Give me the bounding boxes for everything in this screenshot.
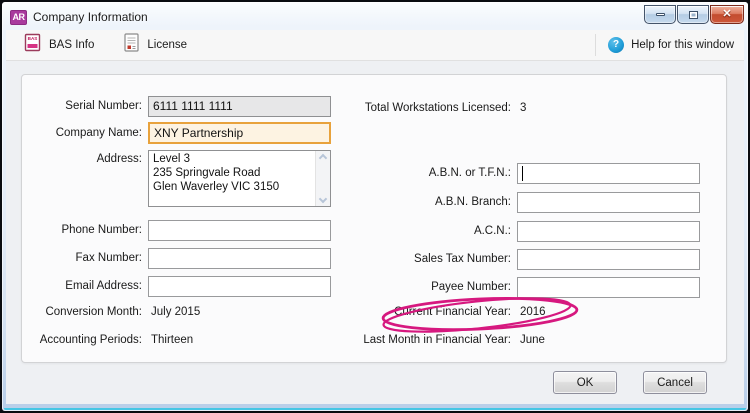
help-icon: ? — [608, 37, 624, 53]
accounting-periods-value: Thirteen — [148, 334, 193, 346]
sales-tax-label: Sales Tax Number: — [259, 253, 511, 265]
acn-row: A.C.N.: — [259, 219, 700, 243]
conversion-month-label: Conversion Month: — [22, 306, 142, 318]
abn-label: A.B.N. or T.F.N.: — [259, 167, 511, 179]
conversion-month-row: Conversion Month: July 2015 — [22, 302, 200, 322]
company-name-field[interactable] — [148, 122, 331, 144]
svg-text:BAS: BAS — [28, 36, 38, 41]
financial-year-row: Current Financial Year: 2016 — [259, 302, 546, 322]
window-controls: ✕ — [644, 5, 744, 24]
acn-label: A.C.N.: — [259, 225, 511, 237]
license-icon — [124, 33, 139, 57]
conversion-month-value: July 2015 — [148, 306, 200, 318]
workstations-row: Total Workstations Licensed: 3 — [259, 96, 526, 120]
text-cursor — [522, 166, 523, 181]
payee-row: Payee Number: — [259, 275, 700, 299]
address-label: Address: — [22, 150, 142, 165]
help-label: Help for this window — [631, 39, 734, 51]
abn-field[interactable] — [517, 163, 700, 184]
accounting-periods-label: Accounting Periods: — [22, 334, 142, 346]
company-name-label: Company Name: — [22, 127, 142, 139]
maximize-icon — [689, 11, 698, 19]
ok-button[interactable]: OK — [553, 371, 617, 394]
app-logo-icon: AR — [10, 10, 27, 25]
dialog-body: BAS BAS Info — [6, 30, 744, 404]
abn-branch-row: A.B.N. Branch: — [259, 190, 700, 214]
bas-info-label: BAS Info — [49, 39, 94, 51]
phone-label: Phone Number: — [22, 224, 142, 236]
sales-tax-row: Sales Tax Number: — [259, 247, 700, 271]
fax-label: Fax Number: — [22, 252, 142, 264]
last-month-row: Last Month in Financial Year: June — [259, 330, 545, 350]
last-month-label: Last Month in Financial Year: — [259, 334, 511, 346]
abn-branch-label: A.B.N. Branch: — [259, 196, 511, 208]
email-label: Email Address: — [22, 280, 142, 292]
payee-field[interactable] — [517, 277, 700, 298]
workstations-value: 3 — [517, 102, 526, 114]
toolbar: BAS BAS Info — [6, 30, 744, 61]
close-button[interactable]: ✕ — [710, 5, 744, 24]
workstations-label: Total Workstations Licensed: — [259, 102, 511, 114]
acn-field[interactable] — [517, 221, 700, 242]
close-icon: ✕ — [722, 9, 731, 20]
company-information-window: AR Company Information ✕ BAS BAS — [0, 0, 750, 413]
license-label: License — [147, 39, 187, 51]
accounting-periods-row: Accounting Periods: Thirteen — [22, 330, 193, 350]
maximize-button[interactable] — [677, 5, 709, 24]
abn-row: A.B.N. or T.F.N.: — [259, 161, 700, 185]
abn-branch-field[interactable] — [517, 192, 700, 213]
serial-number-label: Serial Number: — [22, 100, 142, 112]
help-link[interactable]: ? Help for this window — [595, 34, 734, 56]
financial-year-label: Current Financial Year: — [259, 306, 511, 318]
minimize-icon — [656, 13, 665, 16]
company-info-panel: Serial Number: Company Name: Address: Le… — [21, 74, 727, 363]
window-title: Company Information — [33, 10, 148, 24]
frame-accent-line — [4, 408, 746, 410]
payee-label: Payee Number: — [259, 281, 511, 293]
minimize-button[interactable] — [644, 5, 676, 24]
company-name-row: Company Name: — [22, 121, 331, 145]
last-month-value: June — [517, 334, 545, 346]
cancel-button[interactable]: Cancel — [643, 371, 707, 394]
bas-info-icon: BAS — [24, 33, 41, 57]
titlebar[interactable]: AR Company Information — [10, 6, 630, 28]
license-button[interactable]: License — [116, 30, 195, 60]
bas-info-button[interactable]: BAS BAS Info — [16, 30, 102, 60]
financial-year-value: 2016 — [517, 306, 546, 318]
sales-tax-field[interactable] — [517, 249, 700, 270]
